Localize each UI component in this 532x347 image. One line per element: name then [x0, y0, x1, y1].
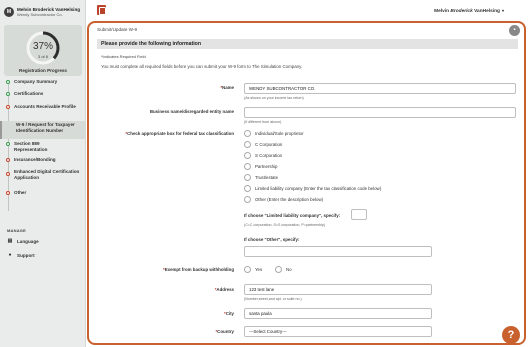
llc-code-field[interactable]	[351, 209, 367, 220]
instructions: You must complete all required fields be…	[101, 64, 303, 69]
business-name-hint: (If different from above)	[244, 120, 282, 124]
step-certifications[interactable]: Certifications	[0, 91, 86, 104]
step-label: Section 889 Representation	[14, 141, 48, 152]
radio-button[interactable]	[244, 163, 251, 170]
step-section-889[interactable]: Section 889 Representation	[0, 139, 86, 155]
classification-option[interactable]: Other (Enter the description below)	[244, 196, 323, 203]
registration-steps: Company Summary Certifications Accounts …	[0, 79, 86, 211]
company-logo[interactable]	[97, 5, 106, 15]
topbar-user-middle: Broderick	[450, 9, 473, 14]
step-label: Accounts Receivable Profile	[14, 104, 76, 109]
step-company-summary[interactable]: Company Summary	[0, 79, 86, 91]
classification-option[interactable]: Partnership	[244, 163, 277, 170]
step-label: Insurance/Bonding	[14, 157, 56, 162]
classification-option[interactable]: C Corporation	[244, 141, 282, 148]
llc-specify-label: If choose "Limited liability company", s…	[244, 213, 341, 218]
step-label: Company Summary	[14, 79, 58, 84]
other-specify-field[interactable]	[244, 246, 432, 257]
help-button[interactable]: ?	[502, 326, 520, 344]
country-label: *Country	[215, 329, 234, 334]
llc-hint: (C=C corporation, S=S corporation, P=par…	[244, 223, 325, 227]
step-enhanced-digital-cert[interactable]: Enhanced Digital Certification Applicati…	[0, 168, 86, 188]
step-label: W-9 / Request for Taxpayer Identificatio…	[16, 122, 75, 133]
exempt-no-option[interactable]: No	[275, 266, 292, 273]
language-icon: ▤	[7, 238, 13, 244]
business-name-field[interactable]	[244, 107, 516, 118]
avatar: M	[4, 7, 14, 17]
business-name-label: Business name/disregarded entity name	[149, 109, 234, 114]
incomplete-status-icon	[6, 191, 10, 195]
city-label: *City	[223, 311, 234, 316]
radio-button[interactable]	[244, 174, 251, 181]
support-link[interactable]: ● Support	[7, 252, 35, 259]
name-field[interactable]: WENDY SUBCONTRACTOR CO.	[244, 83, 516, 94]
classification-option[interactable]: Limited liability company (Enter the tax…	[244, 185, 381, 192]
classification-label: *Check appropriate box for federal tax c…	[125, 131, 234, 136]
section-title: Please provide the following information	[97, 39, 518, 49]
step-other[interactable]: Other	[0, 188, 86, 198]
language-link[interactable]: ▤ Language	[7, 238, 39, 245]
radio-button[interactable]	[275, 266, 282, 273]
step-label: Certifications	[14, 91, 44, 96]
exempt-yes-option[interactable]: Yes	[244, 266, 262, 273]
address-label: *Address	[214, 287, 234, 292]
breadcrumb: Submit/Update W-9	[97, 27, 138, 32]
progress-label: Registration Progress	[19, 68, 67, 73]
user-company: Wendy Subcontractor Co.	[17, 12, 63, 17]
step-label: Enhanced Digital Certification Applicati…	[14, 169, 80, 180]
manage-heading: MANAGE	[7, 228, 26, 233]
radio-button[interactable]	[244, 185, 251, 192]
topbar-user-menu[interactable]: Melvin Broderick VanHelsing ▾	[434, 8, 504, 14]
topbar-user-first: Melvin	[434, 9, 451, 14]
radio-button[interactable]	[244, 266, 251, 273]
step-label: Other	[14, 190, 27, 195]
classification-option[interactable]: Trust/estate	[244, 174, 278, 181]
classification-option[interactable]: Individual/Sole proprietor	[244, 130, 304, 137]
complete-status-icon	[6, 80, 10, 84]
incomplete-status-icon	[6, 158, 10, 162]
topbar-user-last: VanHelsing	[472, 9, 500, 14]
radio-button[interactable]	[244, 196, 251, 203]
close-icon[interactable]: ▪	[509, 25, 520, 36]
sidebar: M Melvin Broderick VanHelsing Wendy Subc…	[0, 0, 86, 347]
w9-form-modal: Submit/Update W-9 ▪ Please provide the f…	[87, 21, 526, 345]
step-w9[interactable]: W-9 / Request for Taxpayer Identificatio…	[0, 121, 86, 139]
city-field[interactable]: santa paula	[244, 308, 432, 319]
incomplete-status-icon	[6, 105, 10, 109]
progress-percent: 37%	[32, 41, 53, 52]
radio-button[interactable]	[244, 141, 251, 148]
step-accounts-receivable[interactable]: Accounts Receivable Profile	[0, 104, 86, 121]
radio-button[interactable]	[244, 152, 251, 159]
chevron-down-icon: ▾	[501, 8, 504, 13]
address-hint: (Number,street,and apt. or suite no.)	[244, 297, 302, 301]
name-hint: (As shown on your income tax return)	[244, 96, 304, 100]
exempt-label: *Exempt from backup withholding	[163, 267, 234, 272]
user-profile[interactable]: M Melvin Broderick VanHelsing Wendy Subc…	[4, 5, 84, 19]
required-note: *Indicates Required Field	[101, 54, 146, 59]
complete-status-icon	[6, 142, 10, 146]
language-label: Language	[17, 239, 39, 244]
progress-count: 3 of 8	[37, 54, 48, 59]
country-select[interactable]: ---Select Country---	[244, 326, 432, 337]
support-label: Support	[17, 253, 35, 258]
complete-status-icon	[6, 92, 10, 96]
address-field[interactable]: 123 test lane	[244, 284, 432, 295]
name-label: *Name	[220, 85, 234, 90]
step-insurance-bonding[interactable]: Insurance/Bonding	[0, 155, 86, 168]
other-specify-label: If choose "Other", specify:	[244, 237, 300, 242]
registration-progress-card: 37% 3 of 8 Registration Progress	[4, 25, 82, 76]
classification-option[interactable]: S Corporation	[244, 152, 282, 159]
radio-button[interactable]	[244, 130, 251, 137]
support-chat-icon: ●	[8, 252, 12, 258]
incomplete-status-icon	[6, 172, 10, 176]
